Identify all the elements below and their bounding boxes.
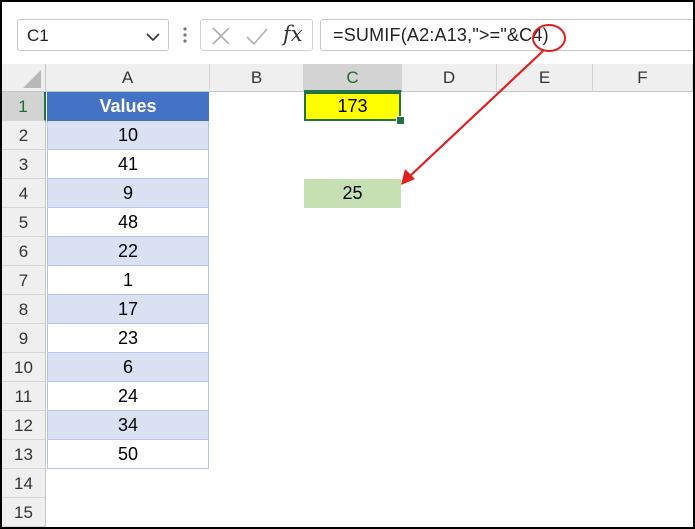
row-header[interactable]: 11 [2, 382, 46, 411]
row-header[interactable]: 13 [2, 440, 46, 469]
enter-icon[interactable] [245, 26, 269, 51]
value-cell[interactable]: 1 [47, 266, 209, 295]
select-all-corner[interactable] [2, 64, 46, 92]
formula-buttons: fx [200, 19, 313, 51]
value-cell[interactable]: 22 [47, 237, 209, 266]
row-header[interactable]: 14 [2, 469, 46, 498]
row-header[interactable]: 1 [2, 92, 46, 121]
cancel-icon[interactable] [211, 26, 231, 51]
formula-input[interactable]: =SUMIF(A2:A13,">="&C4) [320, 19, 693, 51]
column-header[interactable]: C [304, 64, 402, 92]
value-cell[interactable]: 23 [47, 324, 209, 353]
chevron-down-icon[interactable] [146, 29, 160, 47]
name-box[interactable]: C1 [17, 19, 169, 51]
row-header[interactable]: 6 [2, 237, 46, 266]
worksheet-grid[interactable]: A B C D E F 1 2 3 4 5 6 7 8 9 10 11 12 1… [2, 64, 693, 527]
value-cell[interactable]: 10 [47, 121, 209, 150]
formula-bar-area: C1 fx =SUMIF(A2:A13,">="&C4) [2, 2, 693, 64]
row-header[interactable]: 9 [2, 324, 46, 353]
value-cell[interactable]: 50 [47, 440, 209, 469]
criteria-cell-c4[interactable]: 25 [304, 179, 401, 208]
value-cell[interactable]: 9 [47, 179, 209, 208]
column-header[interactable]: B [210, 64, 304, 92]
values-header-cell[interactable]: Values [47, 92, 209, 121]
value-cell[interactable]: 41 [47, 150, 209, 179]
row-header[interactable]: 15 [2, 498, 46, 527]
row-header[interactable]: 3 [2, 150, 46, 179]
name-box-value: C1 [27, 26, 49, 45]
fill-handle[interactable] [396, 116, 405, 125]
row-header[interactable]: 8 [2, 295, 46, 324]
row-header[interactable]: 2 [2, 121, 46, 150]
value-cell[interactable]: 34 [47, 411, 209, 440]
more-dots-icon[interactable] [182, 25, 188, 50]
column-header[interactable]: A [46, 64, 210, 92]
row-header[interactable]: 10 [2, 353, 46, 382]
value-cell[interactable]: 48 [47, 208, 209, 237]
value-cell[interactable]: 17 [47, 295, 209, 324]
function-icon[interactable]: fx [283, 22, 303, 46]
column-header[interactable]: F [593, 64, 693, 92]
row-header[interactable]: 12 [2, 411, 46, 440]
row-header[interactable]: 4 [2, 179, 46, 208]
value-cell[interactable]: 24 [47, 382, 209, 411]
active-cell-c1[interactable]: 173 [304, 92, 401, 121]
column-header[interactable]: E [497, 64, 593, 92]
column-header[interactable]: D [402, 64, 497, 92]
row-header[interactable]: 7 [2, 266, 46, 295]
row-header[interactable]: 5 [2, 208, 46, 237]
excel-window: C1 fx =SUMIF(A2:A13,">="&C4) A B C D E F… [2, 2, 693, 527]
value-cell[interactable]: 6 [47, 353, 209, 382]
formula-text: =SUMIF(A2:A13,">="&C4) [333, 25, 549, 45]
